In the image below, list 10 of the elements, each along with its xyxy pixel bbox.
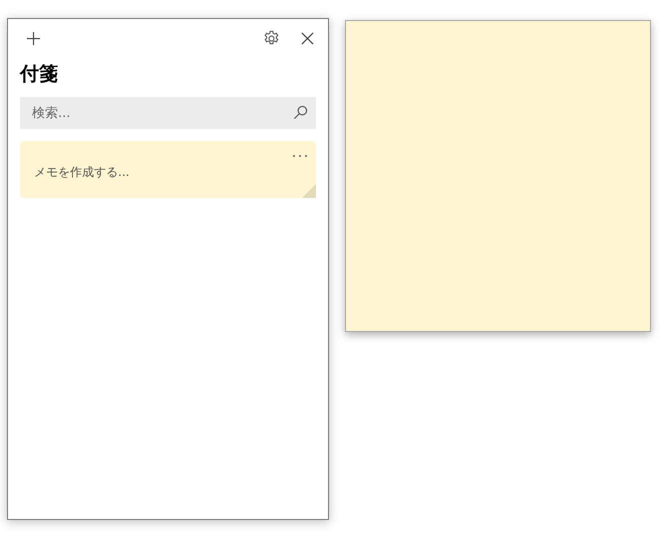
settings-icon[interactable] [263,30,280,46]
note-text: メモを作成する... [34,164,130,181]
app-title: 付箋 [20,62,59,87]
close-icon[interactable] [301,32,314,44]
search-field[interactable]: 検索... [20,97,316,129]
add-icon[interactable] [26,30,41,46]
search-icon[interactable] [293,105,308,120]
folded-corner-icon [302,184,316,198]
more-icon[interactable] [292,154,308,158]
note-card[interactable]: メモを作成する... [20,141,316,198]
